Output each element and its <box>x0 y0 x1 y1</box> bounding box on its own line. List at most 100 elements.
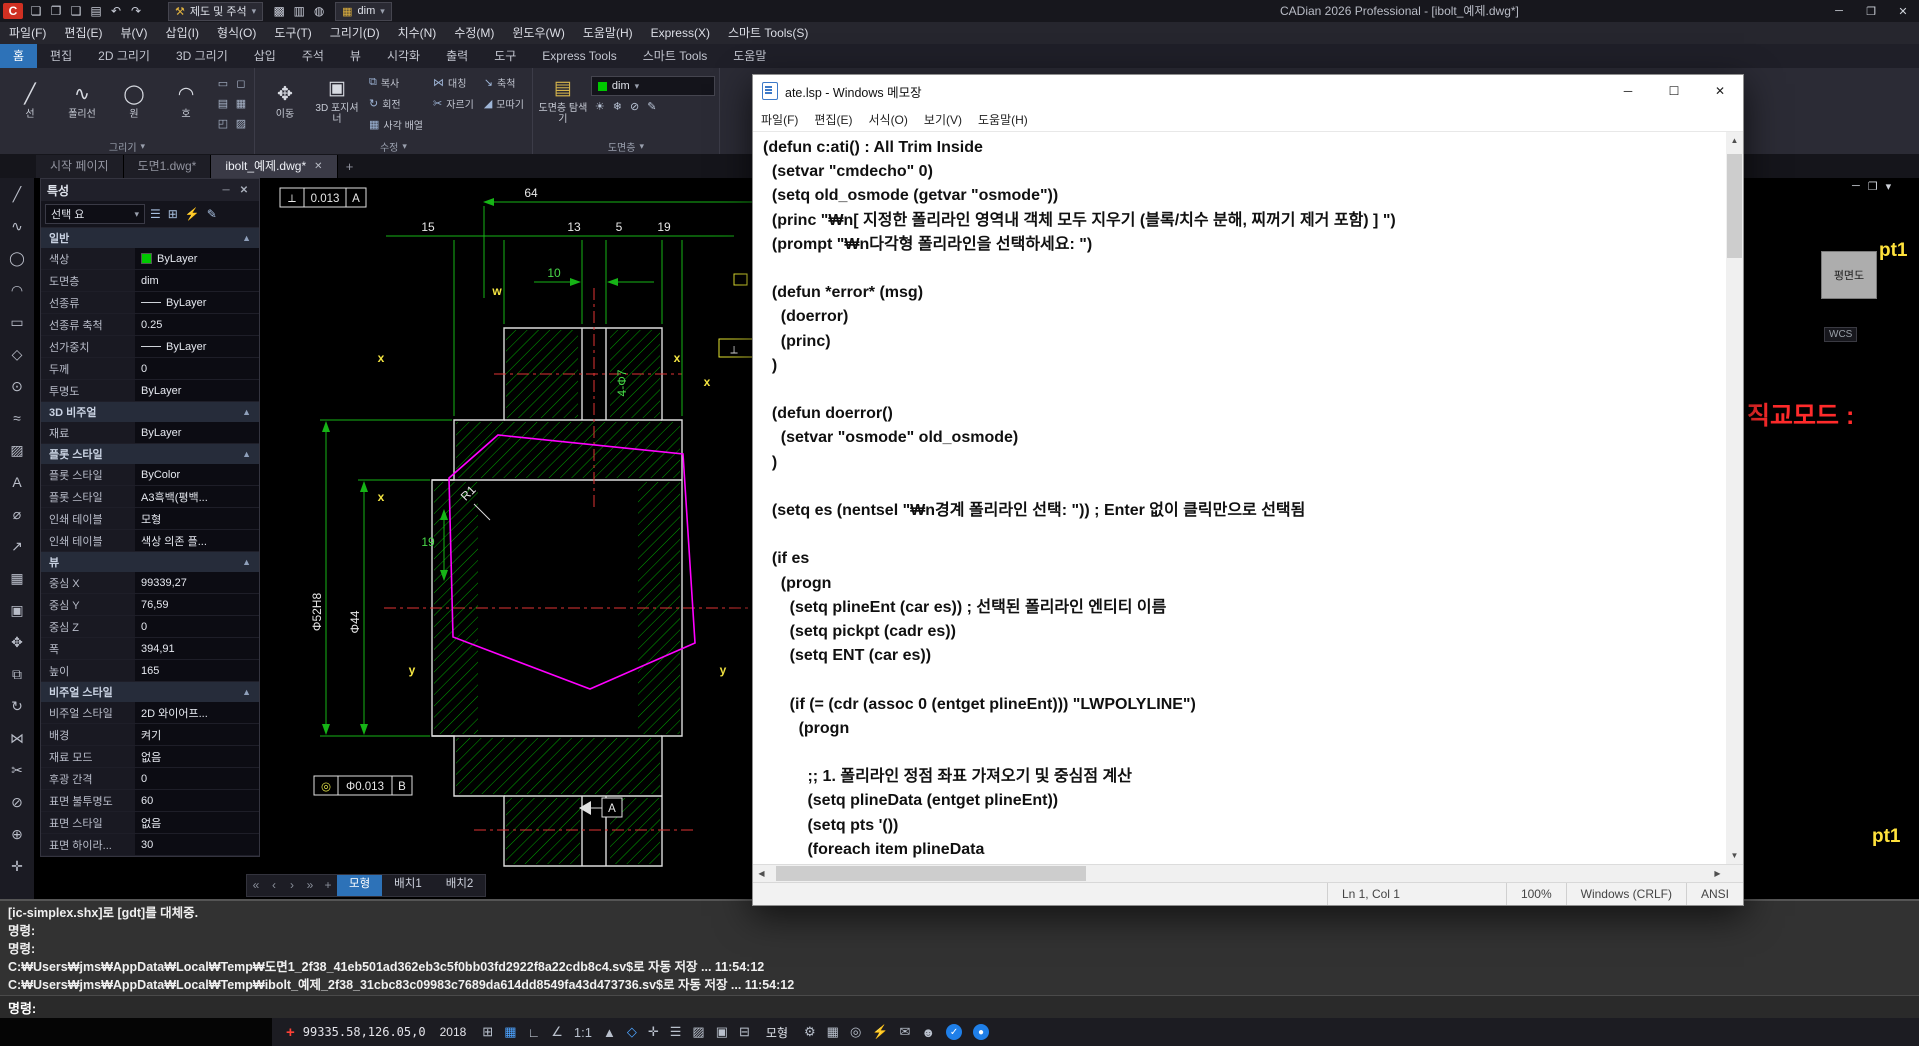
close-button[interactable]: ✕ <box>1887 0 1919 22</box>
model-space-label[interactable]: 모형 <box>766 1024 788 1041</box>
print-icon[interactable]: ▤ <box>87 4 105 18</box>
new-tab-button[interactable]: + <box>338 155 362 178</box>
ribbon-small-button[interactable]: ⋈ 대칭 <box>429 72 478 93</box>
isolate-objects-icon[interactable]: ◎ <box>850 1024 861 1040</box>
property-row[interactable]: 두께 0 <box>41 358 259 380</box>
list-filter-icon[interactable]: ☰ <box>150 207 161 221</box>
layout-tab[interactable]: 모형 <box>337 875 382 896</box>
notepad-menu-item[interactable]: 파일(F) <box>753 111 806 128</box>
notepad-menu-item[interactable]: 도움말(H) <box>970 111 1036 128</box>
property-row[interactable]: 도면층 dim <box>41 270 259 292</box>
section-header-plot-style[interactable]: 플롯 스타일 ▲ <box>41 444 259 464</box>
ribbon-tab[interactable]: 도움말 <box>720 44 779 68</box>
notepad-horizontal-scrollbar[interactable]: ◀ ▶ <box>753 864 1743 882</box>
ribbon-tab[interactable]: 도구 <box>481 44 529 68</box>
property-row[interactable]: 재료 ByLayer <box>41 422 259 444</box>
section-header-visual-style[interactable]: 비주얼 스타일 ▲ <box>41 682 259 702</box>
render-icon[interactable]: ◍ <box>310 4 328 18</box>
notepad-vertical-scrollbar[interactable]: ▲ ▼ <box>1726 132 1743 864</box>
ribbon-draw-button[interactable]: ◠ 호 <box>160 70 212 134</box>
notepad-menu-item[interactable]: 보기(V) <box>916 111 970 128</box>
layout-nav-arrow[interactable]: + <box>319 876 337 895</box>
ellipse-tool-icon[interactable]: ⊙ <box>0 370 34 402</box>
menu-item[interactable]: 삽입(I) <box>157 22 208 44</box>
open-file-icon[interactable]: ❐ <box>47 4 65 18</box>
ribbon-tab[interactable]: 주석 <box>289 44 337 68</box>
leader-tool-icon[interactable]: ↗ <box>0 530 34 562</box>
section-header-view[interactable]: 뷰 ▲ <box>41 552 259 572</box>
scroll-left-icon[interactable]: ◀ <box>753 869 770 878</box>
quick-layer-combo[interactable]: ▦ dim ▾ <box>335 2 392 21</box>
selection-cycling-icon[interactable]: ▣ <box>716 1024 728 1040</box>
save-icon[interactable]: ❑ <box>67 4 85 18</box>
pick-add-icon[interactable]: ⊞ <box>168 207 178 221</box>
undo-icon[interactable]: ↶ <box>107 4 125 18</box>
notepad-menu-item[interactable]: 서식(O) <box>860 111 915 128</box>
ribbon-modify-button[interactable]: ▣ 3D 포지셔너 <box>311 70 363 134</box>
erase-tool-icon[interactable]: ⊘ <box>0 786 34 818</box>
menu-item[interactable]: 형식(O) <box>208 22 265 44</box>
ribbon-tab[interactable]: 뷰 <box>337 44 374 68</box>
section-header-3d-visual[interactable]: 3D 비주얼 ▲ <box>41 402 259 422</box>
ribbon-small-button[interactable]: ◢ 모따기 <box>480 93 528 114</box>
circle-tool-icon[interactable]: ◯ <box>0 242 34 274</box>
draw-extra-icon[interactable]: ◰ <box>214 114 232 134</box>
annotation-visibility-icon[interactable]: ▲ <box>603 1025 616 1040</box>
ribbon-small-button[interactable]: ⧉ 복사 <box>365 72 427 93</box>
edit-properties-icon[interactable]: ✎ <box>207 207 217 221</box>
zoom-in-icon[interactable]: ⊕ <box>0 818 34 850</box>
property-row[interactable]: 플롯 스타일 ByColor <box>41 464 259 486</box>
property-row[interactable]: 플롯 스타일 A3흑백(평백... <box>41 486 259 508</box>
new-file-icon[interactable]: ❏ <box>27 4 45 18</box>
drawing-tab[interactable]: 시작 페이지 <box>36 155 124 178</box>
notepad-menu-item[interactable]: 편집(E) <box>806 111 860 128</box>
ribbon-small-button[interactable]: ✂ 자르기 <box>429 93 478 114</box>
move-tool-icon[interactable]: ✥ <box>0 626 34 658</box>
minimize-button[interactable]: ─ <box>1823 0 1855 22</box>
layout-tab[interactable]: 배치2 <box>434 875 486 896</box>
menu-item[interactable]: 그리기(D) <box>321 22 389 44</box>
ribbon-layer-combo[interactable]: dim ▾ <box>591 76 715 96</box>
notepad-text-area[interactable]: (defun c:ati() : All Trim Inside (setvar… <box>753 132 1726 864</box>
property-row[interactable]: 투명도 ByLayer <box>41 380 259 402</box>
ribbon-draw-button[interactable]: ◯ 원 <box>108 70 160 134</box>
notepad-minimize-button[interactable]: ─ <box>1605 75 1651 107</box>
section-header-general[interactable]: 일반 ▲ <box>41 228 259 248</box>
vertical-scroll-thumb[interactable] <box>1727 154 1742 258</box>
notepad-title-bar[interactable]: ate.lsp - Windows 메모장 ─☐✕ <box>753 75 1743 107</box>
ribbon-tab[interactable]: 2D 그리기 <box>85 44 163 68</box>
mirror-tool-icon[interactable]: ⋈ <box>0 722 34 754</box>
workspace-gear-icon[interactable]: ⚙ <box>804 1024 816 1040</box>
ribbon-draw-button[interactable]: ╱ 선 <box>4 70 56 134</box>
menu-item[interactable]: 수정(M) <box>445 22 503 44</box>
property-row[interactable]: 인쇄 테이블 색상 의존 플... <box>41 530 259 552</box>
draw-extra-icon[interactable]: ▨ <box>232 114 250 134</box>
property-row[interactable]: 비주얼 스타일 2D 와이어프... <box>41 702 259 724</box>
property-row[interactable]: 표면 스타일 없음 <box>41 812 259 834</box>
menu-item[interactable]: 스마트 Tools(S) <box>719 22 817 44</box>
menu-item[interactable]: 파일(F) <box>0 22 55 44</box>
workspace-combo[interactable]: ⚒ 제도 및 주석 ▾ <box>168 2 263 21</box>
ribbon-tab[interactable]: 3D 그리기 <box>163 44 241 68</box>
table-tool-icon[interactable]: ▦ <box>0 562 34 594</box>
drawing-tab[interactable]: ibolt_예제.dwg* ✕ <box>211 155 337 178</box>
layer-lock-icon[interactable]: ⊘ <box>630 100 639 113</box>
polygon-tool-icon[interactable]: ◇ <box>0 338 34 370</box>
menu-item[interactable]: 뷰(V) <box>111 22 156 44</box>
doc-restore-button[interactable]: ❐ <box>1868 180 1878 193</box>
close-tab-icon[interactable]: ✕ <box>314 155 322 178</box>
properties-panel-header[interactable]: 특성 ─✕ <box>41 179 259 201</box>
property-row[interactable]: 선종류 ByLayer <box>41 292 259 314</box>
ribbon-tab[interactable]: 출력 <box>433 44 481 68</box>
horizontal-scroll-thumb[interactable] <box>776 866 1086 881</box>
command-input[interactable]: 명령: <box>0 995 1919 1018</box>
spline-tool-icon[interactable]: ≈ <box>0 402 34 434</box>
doc-minimize-button[interactable]: ─ <box>1852 180 1860 193</box>
ribbon-group-label-modify[interactable]: 수정▾ <box>259 139 528 154</box>
menu-item[interactable]: 윈도우(W) <box>503 22 573 44</box>
scroll-up-icon[interactable]: ▲ <box>1726 132 1743 149</box>
text-tool-icon[interactable]: A <box>0 466 34 498</box>
grid-display-icon[interactable]: ▦ <box>504 1024 516 1040</box>
message-icon[interactable]: ✉ <box>899 1024 910 1040</box>
layout-nav-arrow[interactable]: ‹ <box>265 876 283 895</box>
